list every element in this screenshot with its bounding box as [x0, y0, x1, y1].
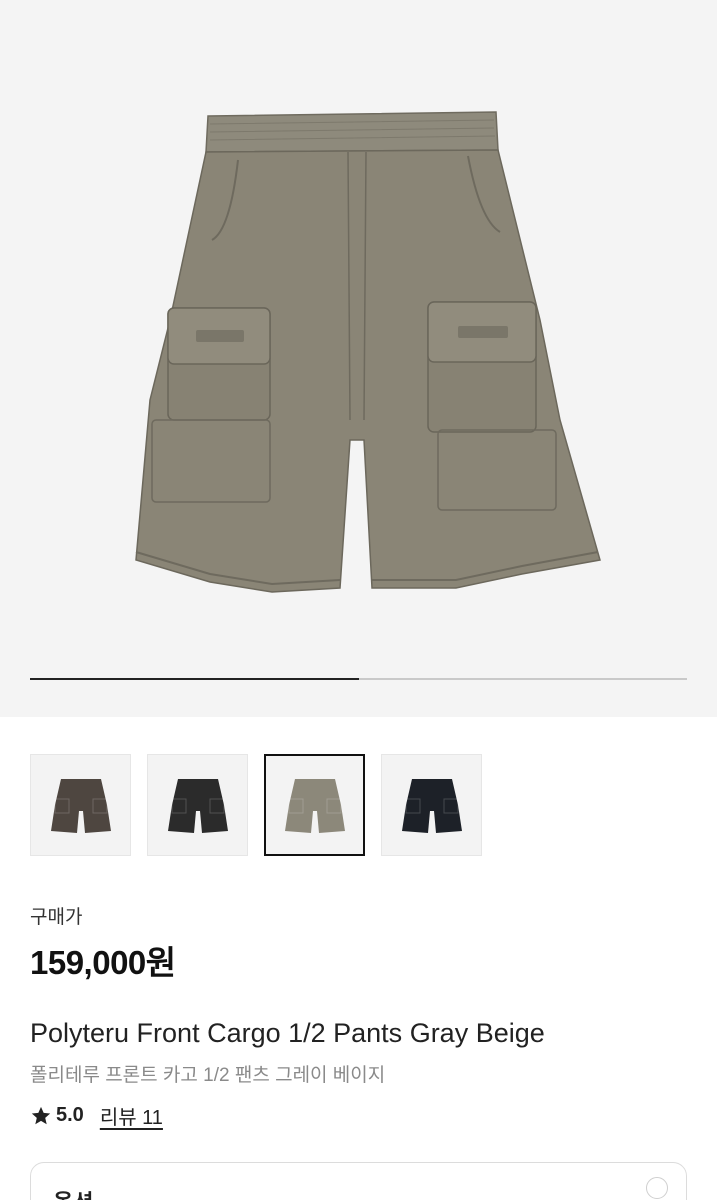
price: 159,000원	[30, 944, 176, 981]
rating-row: 5.0 리뷰 11	[30, 1101, 163, 1130]
gallery-progress-track	[30, 678, 687, 680]
thumbnail-brown[interactable]	[30, 754, 131, 856]
thumbnail-gray-beige[interactable]	[264, 754, 365, 856]
thumbnail-navy[interactable]	[381, 754, 482, 856]
thumbnail-black[interactable]	[147, 754, 248, 856]
product-name-ko: 폴리테루 프론트 카고 1/2 팬츠 그레이 베이지	[30, 1065, 386, 1086]
price-label: 구매가	[30, 907, 83, 928]
chevron-down-icon	[646, 1177, 668, 1199]
shorts-shape	[50, 779, 111, 833]
thumbnail-shorts-icon	[401, 779, 462, 833]
cargo-shorts-image	[135, 111, 601, 593]
star-icon	[31, 1106, 51, 1124]
rating-score: 5.0	[56, 1104, 84, 1126]
thumbnail-shorts-icon	[167, 779, 228, 833]
review-link[interactable]: 리뷰 11	[100, 1101, 163, 1130]
product-image[interactable]	[0, 0, 717, 717]
thumbnail-shorts-icon	[284, 779, 345, 833]
gallery-progress-fill	[30, 678, 359, 680]
option-selector[interactable]: 옵션	[30, 1162, 687, 1200]
product-name-en: Polyteru Front Cargo 1/2 Pants Gray Beig…	[30, 1018, 545, 1048]
color-thumbnails	[30, 754, 482, 856]
shorts-shape	[401, 779, 462, 833]
option-label: 옵션	[53, 1185, 93, 1200]
shorts-shape	[284, 779, 345, 833]
thumbnail-shorts-icon	[50, 779, 111, 833]
shorts-shape	[167, 779, 228, 833]
